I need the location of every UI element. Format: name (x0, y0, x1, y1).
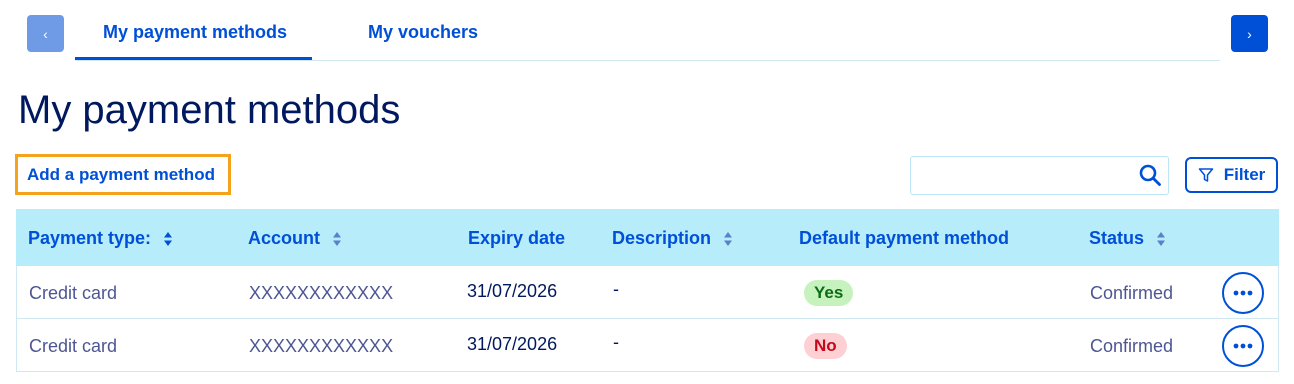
filter-button[interactable]: Filter (1185, 157, 1278, 193)
cell-account: XXXXXXXXXXXX (249, 336, 394, 356)
chevron-right-icon: › (1247, 25, 1252, 42)
active-tab-indicator (75, 57, 312, 60)
column-label: Payment type: (28, 228, 152, 248)
cell-status: Confirmed (1090, 283, 1174, 303)
cell-description: - (613, 332, 619, 352)
tab-list: My payment methods My vouchers (75, 0, 1220, 61)
search-icon[interactable] (1138, 163, 1162, 187)
default-badge-yes: Yes (804, 280, 854, 306)
tab-vouchers[interactable]: My vouchers (368, 22, 478, 43)
cell-expiry-date: 31/07/2026 (467, 334, 558, 354)
funnel-icon (1198, 168, 1213, 182)
cell-payment-type: Credit card (29, 283, 118, 303)
column-header-expiry-date: Expiry date (468, 228, 565, 249)
column-label: Status (1089, 228, 1145, 248)
cell-expiry-date: 31/07/2026 (467, 281, 558, 301)
row-actions-button[interactable] (1222, 272, 1264, 314)
filter-label: Filter (1223, 165, 1266, 184)
cell-status: Confirmed (1090, 336, 1174, 356)
column-header-description[interactable]: Description (612, 228, 733, 249)
search-box (910, 156, 1169, 195)
row-actions-button[interactable] (1222, 325, 1264, 367)
cell-description: - (613, 279, 619, 299)
sort-icon (164, 231, 173, 246)
chevron-left-icon: ‹ (43, 25, 48, 42)
more-options-icon (1233, 290, 1253, 296)
more-options-icon (1233, 343, 1253, 349)
cell-account: XXXXXXXXXXXX (249, 283, 394, 303)
column-header-account[interactable]: Account (248, 228, 342, 249)
column-label: Account (248, 228, 320, 248)
sort-icon (1157, 231, 1166, 246)
table-row: Credit card XXXXXXXXXXXX 31/07/2026 - Ye… (16, 266, 1279, 319)
tab-bar: ‹ My payment methods My vouchers › (0, 0, 1294, 70)
column-header-payment-type[interactable]: Payment type: (28, 228, 173, 249)
sort-icon (333, 231, 341, 246)
table-header: Payment type: Account Expiry date Descri… (16, 209, 1279, 266)
cell-payment-type: Credit card (29, 336, 118, 356)
column-header-status[interactable]: Status (1089, 228, 1166, 249)
tab-payment-methods[interactable]: My payment methods (103, 22, 287, 43)
scroll-left-button[interactable]: ‹ (27, 15, 64, 52)
sort-icon (724, 231, 733, 246)
page-title: My payment methods (18, 88, 401, 132)
search-input[interactable] (911, 157, 1131, 194)
default-badge-no: No (804, 333, 847, 359)
column-label: Expiry date (468, 228, 566, 248)
table-row: Credit card XXXXXXXXXXXX 31/07/2026 - No… (16, 319, 1279, 372)
column-label: Description (612, 228, 712, 248)
scroll-right-button[interactable]: › (1231, 15, 1268, 52)
column-label: Default payment method (799, 228, 1010, 248)
payment-methods-table: Payment type: Account Expiry date Descri… (16, 209, 1279, 372)
add-payment-method-link[interactable]: Add a payment method (15, 154, 231, 195)
column-header-default-payment-method: Default payment method (799, 228, 1009, 249)
